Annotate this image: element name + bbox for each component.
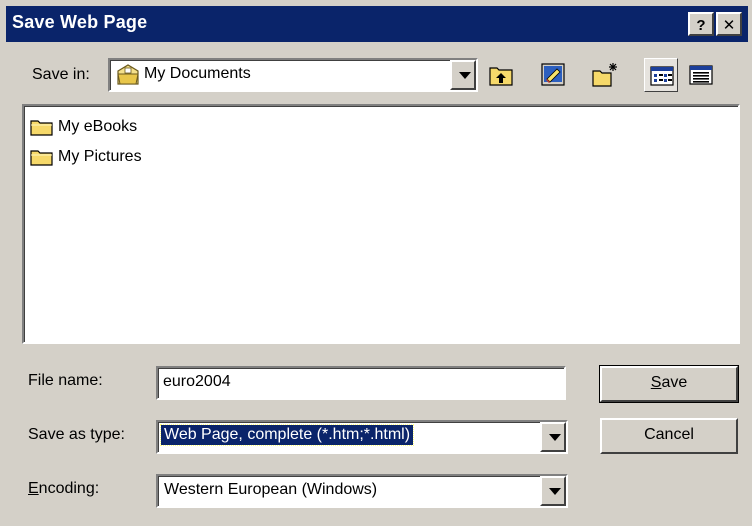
up-one-level-icon [489, 67, 513, 86]
chevron-down-icon[interactable] [450, 60, 476, 90]
save-as-type-value: Web Page, complete (*.htm;*.html) [159, 424, 415, 446]
help-button[interactable]: ? [688, 12, 714, 36]
details-view-icon [689, 65, 713, 85]
encoding-dropdown[interactable]: Western European (Windows) [156, 474, 568, 508]
folder-icon [30, 150, 53, 166]
new-folder-button[interactable] [588, 58, 622, 92]
folder-icon [30, 120, 53, 136]
encoding-label: Encoding: [28, 480, 100, 497]
chevron-down-icon[interactable] [540, 422, 566, 452]
details-view-button[interactable] [684, 58, 718, 92]
file-name-field[interactable]: euro2004 [156, 366, 566, 400]
new-folder-icon [592, 63, 617, 87]
close-icon: ✕ [722, 17, 736, 34]
desktop-icon [541, 63, 565, 86]
save-as-type-label: Save as type: [28, 426, 125, 443]
my-documents-icon [116, 64, 140, 91]
save-in-dropdown[interactable]: My Documents [108, 58, 478, 92]
file-list[interactable]: My eBooks My Pictures [22, 104, 740, 344]
close-button[interactable]: ✕ [716, 12, 742, 36]
save-web-page-dialog: Save Web Page ? ✕ Save in: My Documents [0, 0, 752, 526]
file-name-label: File name: [28, 372, 103, 389]
save-button[interactable]: Save [599, 365, 739, 403]
encoding-value: Western European (Windows) [164, 481, 378, 498]
desktop-button[interactable] [536, 58, 570, 92]
file-name-value: euro2004 [163, 373, 231, 390]
chevron-down-icon[interactable] [540, 476, 566, 506]
save-in-label: Save in: [32, 66, 90, 83]
cancel-button[interactable]: Cancel [600, 418, 738, 454]
file-name: My eBooks [58, 118, 138, 135]
title-bar[interactable]: Save Web Page ? ✕ [6, 6, 748, 42]
file-name: My Pictures [58, 148, 142, 165]
save-in-value: My Documents [144, 65, 251, 82]
up-one-level-button[interactable] [484, 58, 518, 92]
window-title: Save Web Page [12, 12, 148, 32]
save-as-type-dropdown[interactable]: Web Page, complete (*.htm;*.html) [156, 420, 568, 454]
list-view-button[interactable] [644, 58, 678, 92]
list-view-icon [650, 66, 674, 86]
